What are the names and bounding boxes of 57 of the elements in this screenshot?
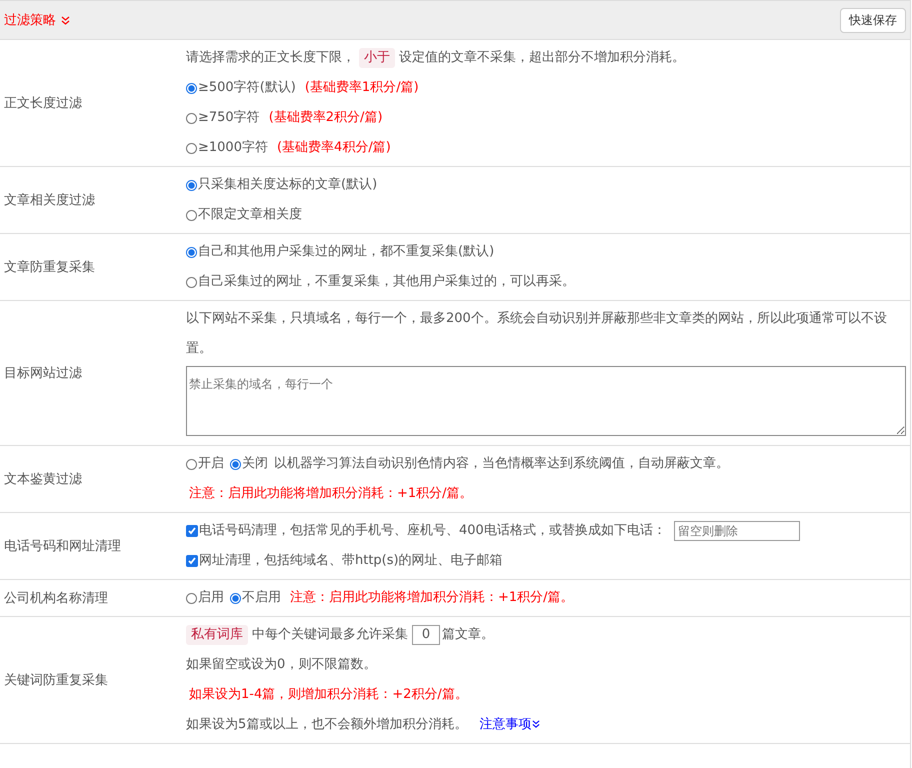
radio-button[interactable] — [186, 458, 197, 470]
description-text: 篇文章。 — [442, 626, 494, 644]
setting-label: 公司机构名称清理 — [3, 590, 109, 607]
radio-button[interactable] — [186, 112, 197, 124]
radio-button[interactable] — [186, 592, 197, 604]
checkbox[interactable] — [186, 525, 198, 537]
highlight-tag: 小于 — [359, 48, 395, 68]
radio-button[interactable] — [186, 82, 197, 94]
radio-label[interactable]: 自己采集过的网址，不重复采集，其他用户采集过的，可以再采。 — [198, 267, 575, 297]
radio-label[interactable]: ≥500字符(默认) — [198, 73, 296, 103]
setting-label: 文章相关度过滤 — [3, 192, 96, 209]
radio-button[interactable] — [186, 210, 197, 220]
count-input-field[interactable]: 0 — [412, 625, 440, 645]
setting-label: 电话号码和网址清理 — [3, 538, 122, 555]
radio-button[interactable] — [186, 246, 197, 258]
setting-label: 关键词防重复采集 — [3, 672, 109, 689]
radio-label[interactable]: 关闭 — [242, 449, 268, 479]
warning-text: 如果设为1-4篇，则增加积分消耗：+2积分/篇。 — [189, 686, 468, 704]
radio-label[interactable]: 自己和其他用户采集过的网址，都不重复采集(默认) — [198, 237, 494, 267]
description-text: 中每个关键词最多允许采集 — [252, 626, 408, 644]
radio-button[interactable] — [186, 180, 197, 190]
warning-text: 注意：启用此功能将增加积分消耗：+1积分/篇。 — [189, 485, 473, 503]
highlight-tag: 私有词库 — [186, 625, 248, 645]
description-text: 设定值的文章不采集，超出部分不增加积分消耗。 — [399, 49, 685, 67]
radio-button[interactable] — [186, 276, 197, 288]
checkbox[interactable] — [186, 555, 198, 567]
radio-label[interactable]: ≥750字符 — [198, 103, 260, 133]
warning-text: (基础费率4积分/篇) — [276, 139, 391, 157]
notes-link[interactable]: 注意事项 — [479, 710, 540, 740]
radio-label[interactable]: 开启 — [198, 449, 224, 479]
radio-button[interactable] — [186, 142, 197, 154]
warning-text: (基础费率2积分/篇) — [268, 109, 383, 127]
setting-label: 文章防重复采集 — [3, 259, 96, 276]
warning-text: (基础费率1积分/篇) — [304, 79, 419, 97]
description-text: 以下网站不采集，只填域名，每行一个，最多200个。系统会自动识别并屏蔽那些非文章类的网站，所以此项通常可以不设置。 — [186, 310, 888, 358]
setting-label: 正文长度过滤 — [3, 95, 83, 112]
description-text: 如果留空或设为0，则不限篇数。 — [186, 656, 376, 674]
radio-label[interactable]: 不限定文章相关度 — [198, 200, 302, 230]
description-text: 请选择需求的正文长度下限， — [186, 49, 355, 67]
quick-save-button[interactable]: 快速保存 — [840, 8, 906, 32]
phone-input-field[interactable]: 留空则删除 — [674, 521, 800, 541]
radio-label[interactable]: 只采集相关度达标的文章(默认) — [198, 170, 378, 200]
description-text: 如果设为5篇或以上，也不会额外增加积分消耗。 — [186, 716, 468, 734]
radio-label[interactable]: 不启用 — [242, 583, 281, 613]
description-text: 以机器学习算法自动识别色情内容，当色情概率达到系统阈值，自动屏蔽文章。 — [274, 455, 729, 473]
domain-textarea[interactable]: 禁止采集的域名，每行一个 — [186, 366, 906, 436]
radio-button[interactable] — [230, 592, 241, 604]
radio-button[interactable] — [230, 458, 241, 470]
setting-label: 目标网站过滤 — [3, 365, 83, 382]
radio-label[interactable]: ≥1000字符 — [198, 133, 268, 163]
double-chevron-icon — [61, 16, 70, 24]
checkbox-label[interactable]: 电话号码清理，包括常见的手机号、座机号、400电话格式，或替换成如下电话： — [199, 516, 666, 546]
checkbox-label[interactable]: 网址清理，包括纯域名、带http(s)的网址、电子邮箱 — [199, 546, 503, 576]
setting-label: 文本鉴黄过滤 — [3, 471, 83, 488]
warning-text: 注意：启用此功能将增加积分消耗：+1积分/篇。 — [290, 589, 574, 607]
radio-label[interactable]: 启用 — [198, 583, 224, 613]
double-chevron-icon — [532, 720, 540, 728]
